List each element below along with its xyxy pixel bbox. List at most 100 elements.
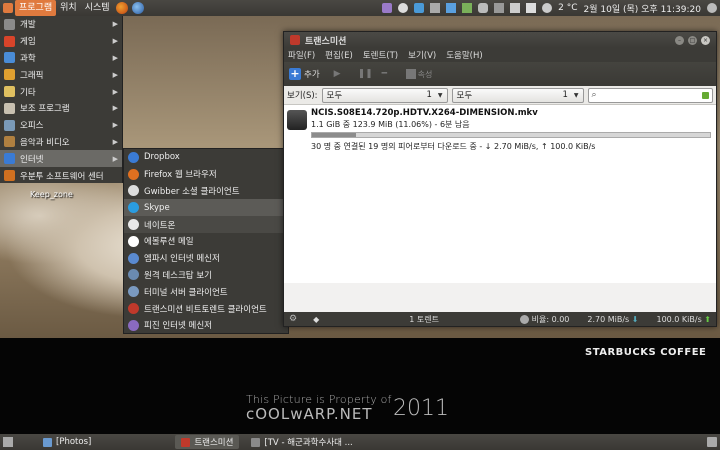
show-desktop-icon[interactable]	[3, 437, 13, 447]
taskbar-button[interactable]: [Photos]	[37, 435, 97, 449]
internet-submenu-item[interactable]: 트랜스미션 비트토렌트 클라이언트	[124, 300, 288, 317]
bluetooth-icon[interactable]	[478, 3, 489, 13]
plus-icon: +	[289, 67, 301, 80]
internet-icon	[4, 153, 15, 165]
taskbar-button[interactable]: [TV - 해군과학수사대 ...	[245, 435, 358, 449]
add-torrent-button[interactable]: + 추가	[289, 68, 320, 80]
internet-submenu-item[interactable]: 터미널 서버 클라이언트	[124, 283, 288, 300]
volume-icon[interactable]	[510, 3, 521, 13]
internet-submenu-item[interactable]: 피진 인터넷 메신저	[124, 317, 288, 334]
chevron-right-icon: ▶	[112, 104, 118, 113]
pidgin-tray-icon[interactable]	[382, 3, 393, 13]
internet-submenu-item[interactable]: Gwibber 소셜 클라이언트	[124, 183, 288, 200]
menu-torrent[interactable]: 토렌트(T)	[363, 49, 398, 61]
menubar: 파일(F) 편집(E) 토렌트(T) 보기(V) 도움말(H)	[284, 48, 716, 62]
torrent-row[interactable]: NCIS.S08E14.720p.HDTV.X264-DIMENSION.mkv…	[287, 108, 713, 152]
close-button[interactable]: ×	[701, 35, 710, 45]
firefox-launcher-icon[interactable]	[115, 2, 128, 14]
menu-system[interactable]: 시스템	[81, 0, 114, 16]
apps-menu-item-label: 음악과 비디오	[20, 137, 70, 148]
internet-submenu-item[interactable]: 에볼루션 메일	[124, 233, 288, 250]
window-icon	[43, 437, 52, 447]
apps-menu-item-label: 오피스	[20, 121, 44, 132]
menu-places[interactable]: 위치	[56, 0, 81, 16]
battery-icon[interactable]	[494, 3, 505, 13]
temperature-readout[interactable]: 2 °C	[558, 3, 577, 13]
download-speed: 2.70 MiB/s ⬇	[587, 315, 638, 324]
desktop-folder-label[interactable]: Keep_zone	[30, 190, 73, 199]
clear-icon[interactable]	[702, 91, 709, 99]
notification-tray-icon[interactable]	[430, 3, 441, 13]
apps-menu-item[interactable]: 우분투 소프트웨어 센터	[0, 167, 122, 184]
start-icon[interactable]: ▶	[334, 69, 344, 79]
minimize-button[interactable]: –	[675, 35, 684, 45]
search-input[interactable]: ⌕	[587, 87, 713, 103]
ubuntu-logo-icon[interactable]	[3, 3, 13, 13]
speed-limit-icon[interactable]: ◆	[313, 315, 319, 324]
internet-submenu-item-label: Dropbox	[144, 152, 180, 163]
internet-submenu-item-label: Skype	[144, 202, 170, 213]
preferences-gear-icon[interactable]: ⚙	[289, 314, 297, 324]
window-titlebar[interactable]: 트랜스미션 – □ ×	[284, 32, 716, 48]
internet-submenu-item[interactable]: 엠파시 인터넷 메신저	[124, 250, 288, 267]
ratio-text: 비율: 0.00	[531, 314, 570, 324]
apps-menu-item[interactable]: 게임 ▶	[0, 33, 122, 50]
network-tray-icon[interactable]	[414, 3, 425, 13]
internet-submenu-item[interactable]: 네이트온	[124, 216, 288, 233]
mail-icon[interactable]	[526, 3, 537, 13]
menu-edit[interactable]: 편집(E)	[325, 49, 353, 61]
power-icon[interactable]	[707, 3, 717, 13]
apps-menu-item[interactable]: 그래픽 ▶	[0, 66, 122, 83]
menu-view[interactable]: 보기(V)	[408, 49, 436, 61]
apps-menu-item[interactable]: 개발 ▶	[0, 16, 122, 33]
apps-menu-item[interactable]: 음악과 비디오 ▶	[0, 134, 122, 151]
remote-desktop-icon	[128, 269, 139, 281]
internet-submenu-item[interactable]: Firefox 웹 브라우저	[124, 166, 288, 183]
apps-menu-item[interactable]: 오피스 ▶	[0, 117, 122, 134]
pause-icon[interactable]: ❚❚	[358, 69, 373, 79]
torrent-progress-bar	[311, 132, 711, 138]
transmission-window: 트랜스미션 – □ × 파일(F) 편집(E) 토렌트(T) 보기(V) 도움말…	[283, 31, 717, 327]
weather-icon[interactable]	[542, 3, 553, 13]
properties-button[interactable]: 속성	[405, 69, 432, 80]
chevron-down-icon: ▼	[573, 91, 579, 99]
internet-submenu-item[interactable]: Skype	[124, 199, 288, 217]
firefox-icon	[128, 168, 139, 180]
torrent-status: 30 명 중 연결된 19 명의 피어로부터 다운로드 중 - ↓ 2.70 M…	[311, 142, 596, 151]
tracker-filter-count: 1	[562, 90, 568, 100]
clock[interactable]: 2월 10일 (목) 오후 11:39:20	[584, 2, 701, 15]
web-launcher-icon[interactable]	[131, 2, 144, 14]
menu-applications[interactable]: 프로그램	[15, 0, 57, 16]
activity-filter-combo[interactable]: 모두 1 ▼	[321, 87, 448, 103]
gwibber-icon	[128, 185, 139, 197]
transfer-tray-icon[interactable]	[462, 3, 473, 13]
apps-menu-item[interactable]: 보조 프로그램 ▶	[0, 100, 122, 117]
chevron-right-icon: ▶	[112, 37, 118, 46]
misc-icon	[4, 86, 15, 98]
apps-menu-item[interactable]: 인터넷 ▶	[0, 150, 122, 168]
trash-icon[interactable]	[707, 437, 717, 447]
dropbox-tray-icon[interactable]	[446, 3, 457, 13]
chat-tray-icon[interactable]	[398, 3, 409, 13]
internet-submenu-item[interactable]: Dropbox	[124, 149, 288, 166]
bottom-panel: [Photos] 트랜스미션 [TV - 해군과학수사대 ...	[0, 434, 720, 450]
ratio-display[interactable]: 비율: 0.00	[519, 314, 570, 325]
torrent-list: NCIS.S08E14.720p.HDTV.X264-DIMENSION.mkv…	[284, 105, 716, 283]
menu-help[interactable]: 도움말(H)	[446, 49, 482, 61]
maximize-button[interactable]: □	[688, 35, 697, 45]
taskbar-button-label: [Photos]	[56, 437, 92, 447]
menu-file[interactable]: 파일(F)	[288, 49, 315, 61]
internet-submenu-item-label: 네이트온	[144, 220, 176, 231]
chevron-right-icon: ▶	[112, 53, 118, 62]
apps-menu-item[interactable]: 과학 ▶	[0, 50, 122, 67]
internet-submenu-item-label: 엠파시 인터넷 메신저	[144, 254, 220, 265]
apps-menu-item[interactable]: 기타 ▶	[0, 83, 122, 100]
internet-submenu-item[interactable]: 원격 데스크탑 보기	[124, 267, 288, 284]
accessories-icon	[4, 102, 15, 114]
tracker-filter-combo[interactable]: 모두 1 ▼	[451, 87, 584, 103]
remove-icon[interactable]: ━	[382, 69, 392, 79]
internet-submenu-item-label: 터미널 서버 클라이언트	[144, 287, 228, 298]
activity-filter-count: 1	[426, 90, 432, 100]
window-icon	[181, 437, 191, 447]
taskbar-button[interactable]: 트랜스미션	[175, 435, 240, 449]
